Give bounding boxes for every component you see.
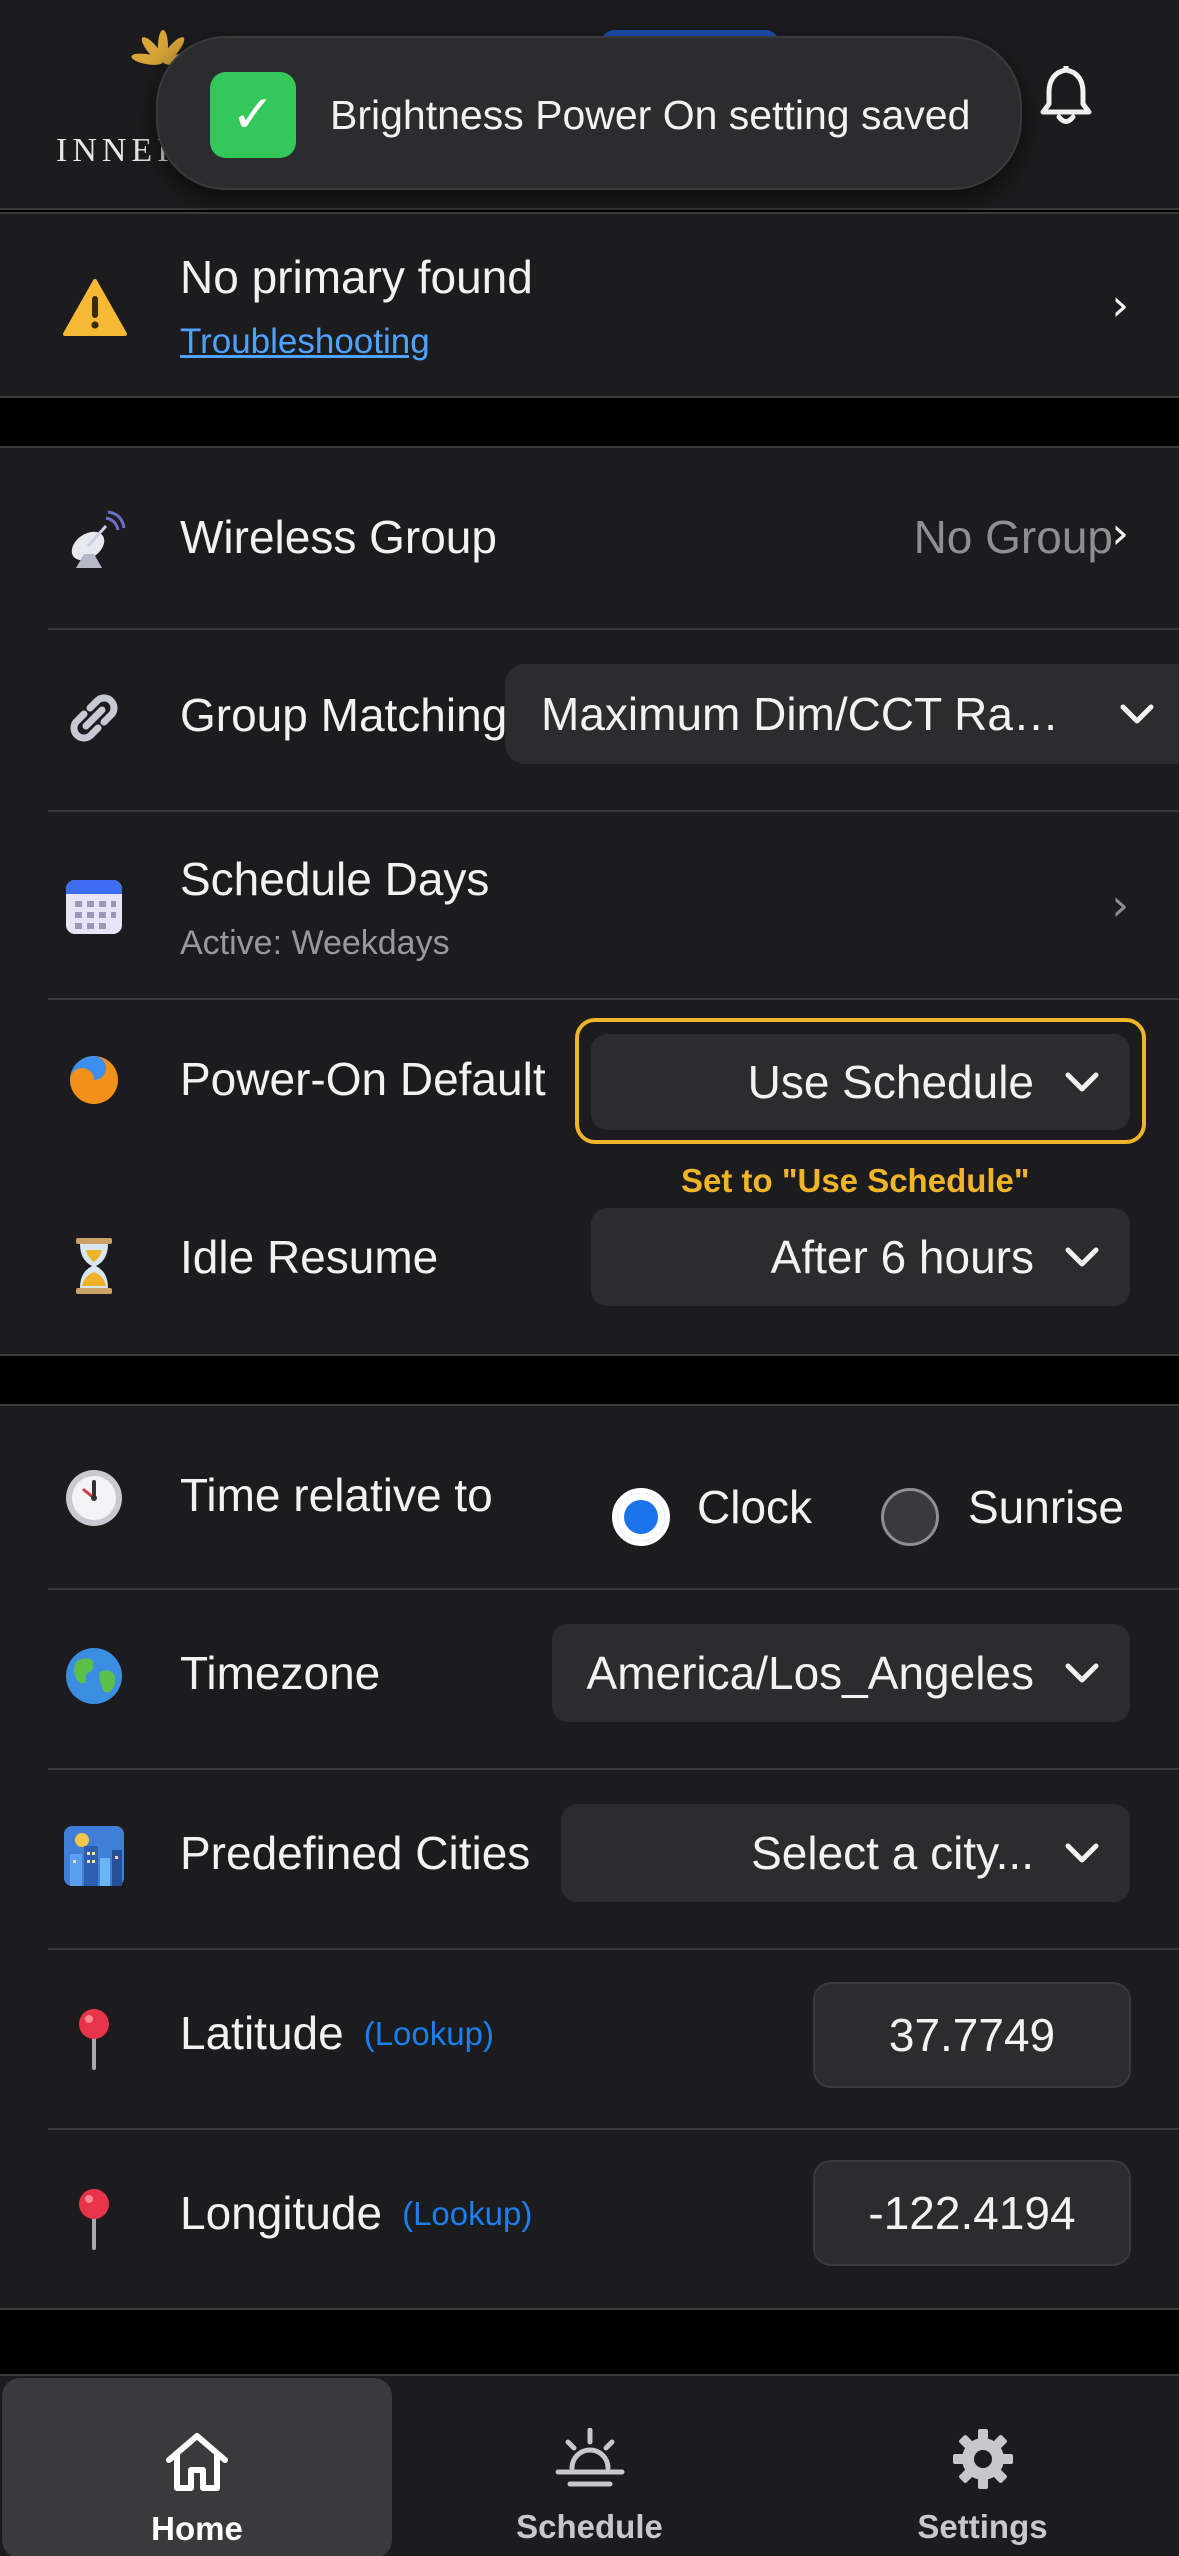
bottom-tab-bar: Home Schedule Settings xyxy=(0,2374,1179,2556)
pin-icon xyxy=(79,2009,109,2070)
sunrise-radio[interactable] xyxy=(881,1488,939,1546)
satellite-dish-icon xyxy=(71,510,126,568)
power-on-default-row: Power-On Default Use Schedule Set to "Us… xyxy=(0,1000,1179,1199)
tab-settings[interactable]: Settings xyxy=(786,2376,1179,2556)
group-matching-select[interactable]: Maximum Dim/CCT Ra… xyxy=(505,664,1179,764)
timezone-value: America/Los_Angeles xyxy=(586,1647,1034,1699)
gear-icon xyxy=(952,2429,1013,2489)
sunrise-option-label[interactable]: Sunrise xyxy=(968,1480,1124,1534)
timezone-label: Timezone xyxy=(180,1647,381,1699)
sunrise-icon xyxy=(555,2428,624,2487)
power-on-default-select[interactable]: Use Schedule xyxy=(591,1034,1130,1130)
longitude-lookup-link[interactable]: (Lookup) xyxy=(402,2195,532,2232)
tab-home-label: Home xyxy=(151,2510,243,2547)
timezone-select[interactable]: America/Los_Angeles xyxy=(552,1624,1130,1722)
latitude-row: Latitude (Lookup) 37.7749 xyxy=(0,1950,1179,2128)
toast-message: Brightness Power On setting saved xyxy=(330,92,971,138)
pin-icon xyxy=(79,2189,109,2250)
idle-resume-row: Idle Resume After 6 hours xyxy=(0,1190,1179,1356)
longitude-row: Longitude (Lookup) -122.4194 xyxy=(0,2130,1179,2310)
longitude-label: Longitude (Lookup) xyxy=(180,2186,532,2240)
predefined-cities-label: Predefined Cities xyxy=(180,1827,531,1879)
bell-icon[interactable] xyxy=(1036,60,1096,130)
group-matching-label: Group Matching xyxy=(180,689,508,741)
time-relative-row: Time relative to Clock Sunrise xyxy=(0,1406,1179,1586)
schedule-days-row[interactable]: Schedule Days Active: Weekdays › xyxy=(0,812,1179,998)
clock-radio[interactable] xyxy=(612,1488,670,1546)
latitude-label: Latitude (Lookup) xyxy=(180,2006,494,2060)
chevron-right-icon: › xyxy=(1111,880,1129,931)
clock-icon xyxy=(66,1470,122,1526)
group-settings-section: Wireless Group No Group › Group Matching… xyxy=(0,446,1179,1356)
tab-schedule[interactable]: Schedule xyxy=(393,2376,786,2556)
idle-resume-value: After 6 hours xyxy=(770,1231,1034,1283)
globe-icon xyxy=(66,1648,122,1704)
wireless-group-row[interactable]: Wireless Group No Group › xyxy=(0,448,1179,626)
latitude-input[interactable]: 37.7749 xyxy=(813,1982,1131,2088)
check-icon: ✓ xyxy=(210,72,296,158)
alert-title: No primary found xyxy=(180,251,533,303)
timezone-row: Timezone America/Los_Angeles xyxy=(0,1590,1179,1768)
tab-home[interactable]: Home xyxy=(2,2378,392,2556)
chevron-down-icon xyxy=(1065,1843,1099,1863)
time-relative-label: Time relative to xyxy=(180,1469,493,1521)
city-select[interactable]: Select a city... xyxy=(561,1804,1130,1902)
link-icon xyxy=(70,694,118,742)
power-on-default-value: Use Schedule xyxy=(747,1056,1034,1108)
chevron-down-icon xyxy=(1065,1072,1099,1092)
toast-notification: ✓ Brightness Power On setting saved xyxy=(156,36,1022,190)
location-settings-section: Time relative to Clock Sunrise Timezone … xyxy=(0,1404,1179,2310)
group-matching-row: Group Matching Maximum Dim/CCT Ra… xyxy=(0,630,1179,808)
no-primary-alert[interactable]: No primary found Troubleshooting › xyxy=(0,212,1179,398)
warning-icon xyxy=(63,279,127,336)
clock-option-label[interactable]: Clock xyxy=(697,1480,812,1534)
city-placeholder: Select a city... xyxy=(751,1827,1034,1879)
chevron-down-icon xyxy=(1065,1247,1099,1267)
power-on-default-label: Power-On Default xyxy=(180,1053,546,1105)
app-header: INNER ✓ Brightness Power On setting save… xyxy=(0,0,1179,210)
yin-yang-icon xyxy=(70,1056,118,1104)
predefined-cities-row: Predefined Cities Select a city... xyxy=(0,1770,1179,1948)
cityscape-icon xyxy=(64,1826,124,1886)
chevron-right-icon: › xyxy=(1111,280,1129,331)
chevron-down-icon xyxy=(1065,1663,1099,1683)
tab-schedule-label: Schedule xyxy=(516,2508,663,2545)
longitude-label-text: Longitude xyxy=(180,2187,383,2239)
home-icon xyxy=(166,2433,228,2491)
chevron-right-icon: › xyxy=(1111,508,1129,559)
tab-settings-label: Settings xyxy=(917,2508,1048,2545)
latitude-lookup-link[interactable]: (Lookup) xyxy=(364,2015,494,2052)
troubleshooting-link[interactable]: Troubleshooting xyxy=(180,322,430,362)
longitude-input[interactable]: -122.4194 xyxy=(813,2160,1131,2266)
latitude-label-text: Latitude xyxy=(180,2007,344,2059)
calendar-icon xyxy=(66,880,122,934)
hourglass-icon xyxy=(76,1238,112,1294)
idle-resume-select[interactable]: After 6 hours xyxy=(591,1208,1130,1306)
chevron-down-icon xyxy=(1120,704,1154,724)
schedule-days-status: Active: Weekdays xyxy=(180,924,450,962)
idle-resume-label: Idle Resume xyxy=(180,1231,439,1283)
wireless-group-label: Wireless Group xyxy=(180,511,497,563)
group-matching-value: Maximum Dim/CCT Ra… xyxy=(541,688,1059,740)
schedule-days-label: Schedule Days xyxy=(180,853,490,905)
wireless-group-value: No Group xyxy=(913,511,1113,563)
